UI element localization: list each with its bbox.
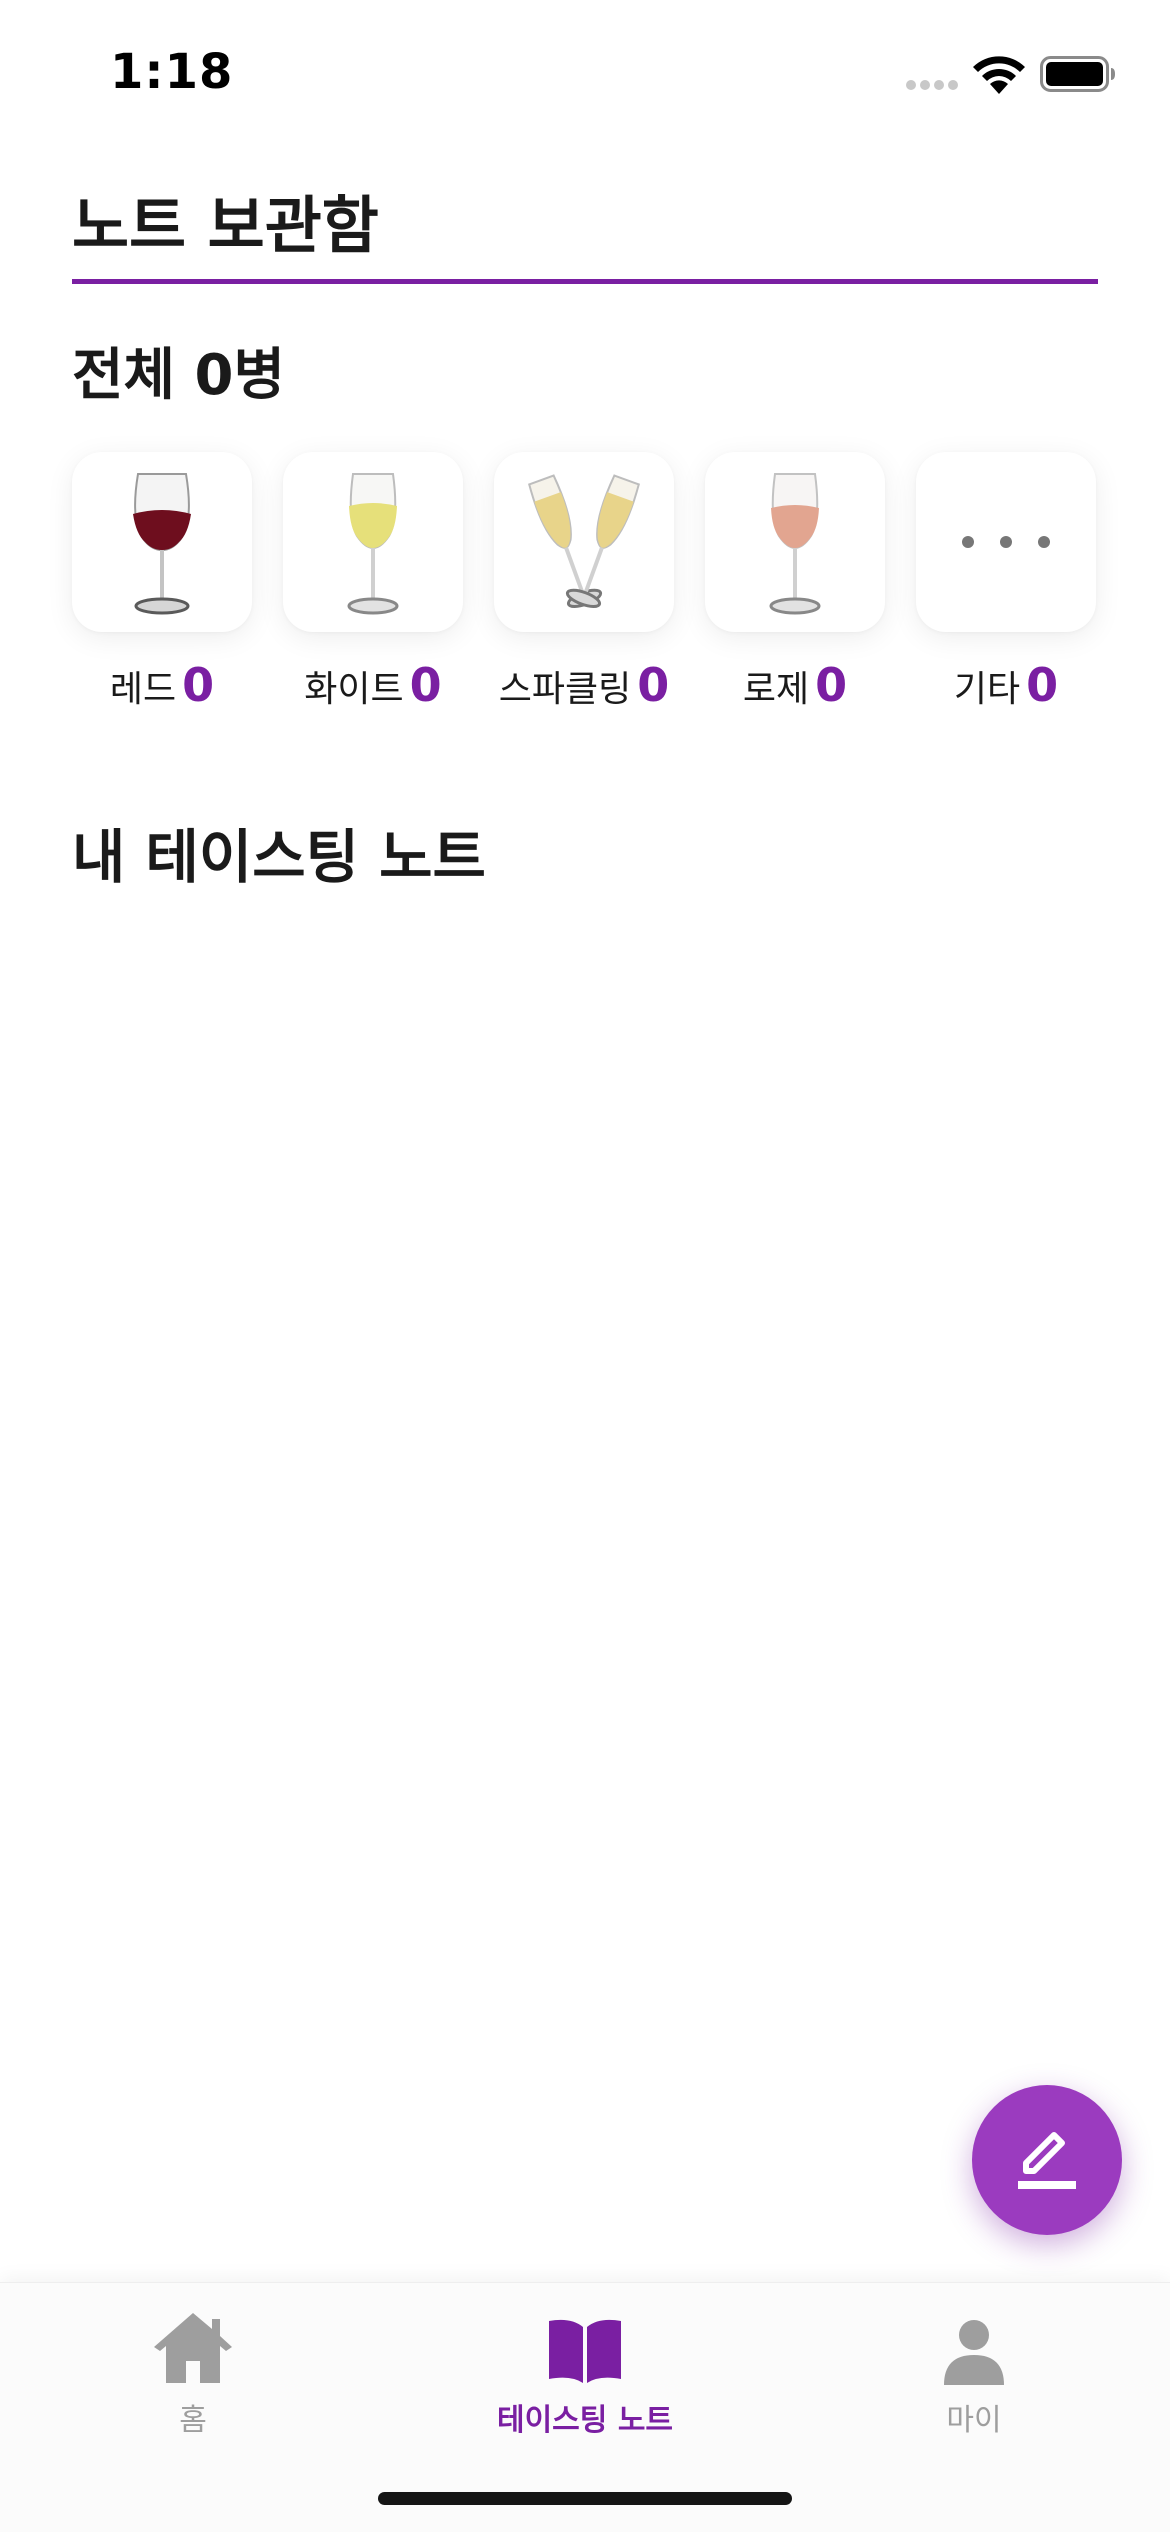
rose-wine-glass-icon (769, 473, 821, 615)
category-tile[interactable] (72, 452, 252, 632)
category-count: 0 (1026, 658, 1059, 712)
category-tile[interactable] (916, 452, 1096, 632)
category-red[interactable]: 레드 0 (72, 452, 252, 712)
open-book-icon (549, 2319, 621, 2383)
category-other[interactable]: 기타 0 (916, 452, 1096, 712)
category-count: 0 (637, 658, 670, 712)
white-wine-glass-icon (347, 473, 399, 615)
wine-category-list: 레드 0 화이트 0 스파클링 0 로제 0 기타 0 (72, 452, 1098, 722)
title-divider (72, 279, 1098, 284)
tasting-notes-section-title: 내 테이스팅 노트 (72, 823, 486, 891)
category-label: 레드 (109, 669, 177, 710)
category-tile[interactable] (705, 452, 885, 632)
category-label: 로제 (742, 669, 810, 710)
category-sparkling[interactable]: 스파클링 0 (494, 452, 674, 712)
screen: 1:18 노트 보관함 전체 0병 레드 0 화이트 0 스파클링 0 로제 0… (0, 0, 1170, 2532)
category-count: 0 (409, 658, 442, 712)
status-bar: 1:18 (0, 0, 1170, 150)
write-note-button[interactable] (972, 2085, 1122, 2235)
tab-label: 마이 (946, 2403, 1002, 2438)
category-count: 0 (815, 658, 848, 712)
tab-label: 테이스팅 노트 (496, 2403, 674, 2438)
person-icon (944, 2320, 1004, 2385)
category-label: 화이트 (304, 669, 404, 710)
more-dots-icon (962, 536, 1050, 548)
tab-my[interactable]: 마이 (844, 2303, 1104, 2453)
category-tile[interactable] (283, 452, 463, 632)
tab-label: 홈 (179, 2403, 207, 2438)
sparkling-wine-glasses-icon (528, 474, 640, 608)
battery-icon (1040, 56, 1115, 92)
tab-tasting-notes[interactable]: 테이스팅 노트 (455, 2303, 715, 2453)
cellular-signal-icon (906, 80, 960, 92)
category-tile[interactable] (494, 452, 674, 632)
wifi-icon (973, 56, 1025, 94)
category-rose[interactable]: 로제 0 (705, 452, 885, 712)
category-white[interactable]: 화이트 0 (283, 452, 463, 712)
page-title: 노트 보관함 (72, 189, 379, 262)
pencil-edit-icon (1018, 2132, 1076, 2189)
red-wine-glass-icon (133, 473, 191, 615)
category-label: 기타 (953, 669, 1021, 710)
home-indicator (378, 2492, 792, 2505)
status-time: 1:18 (110, 44, 234, 100)
home-icon (154, 2313, 232, 2383)
category-count: 0 (182, 658, 215, 712)
total-bottle-count: 전체 0병 (72, 343, 286, 408)
tab-home[interactable]: 홈 (63, 2303, 323, 2453)
category-label: 스파클링 (498, 669, 632, 710)
